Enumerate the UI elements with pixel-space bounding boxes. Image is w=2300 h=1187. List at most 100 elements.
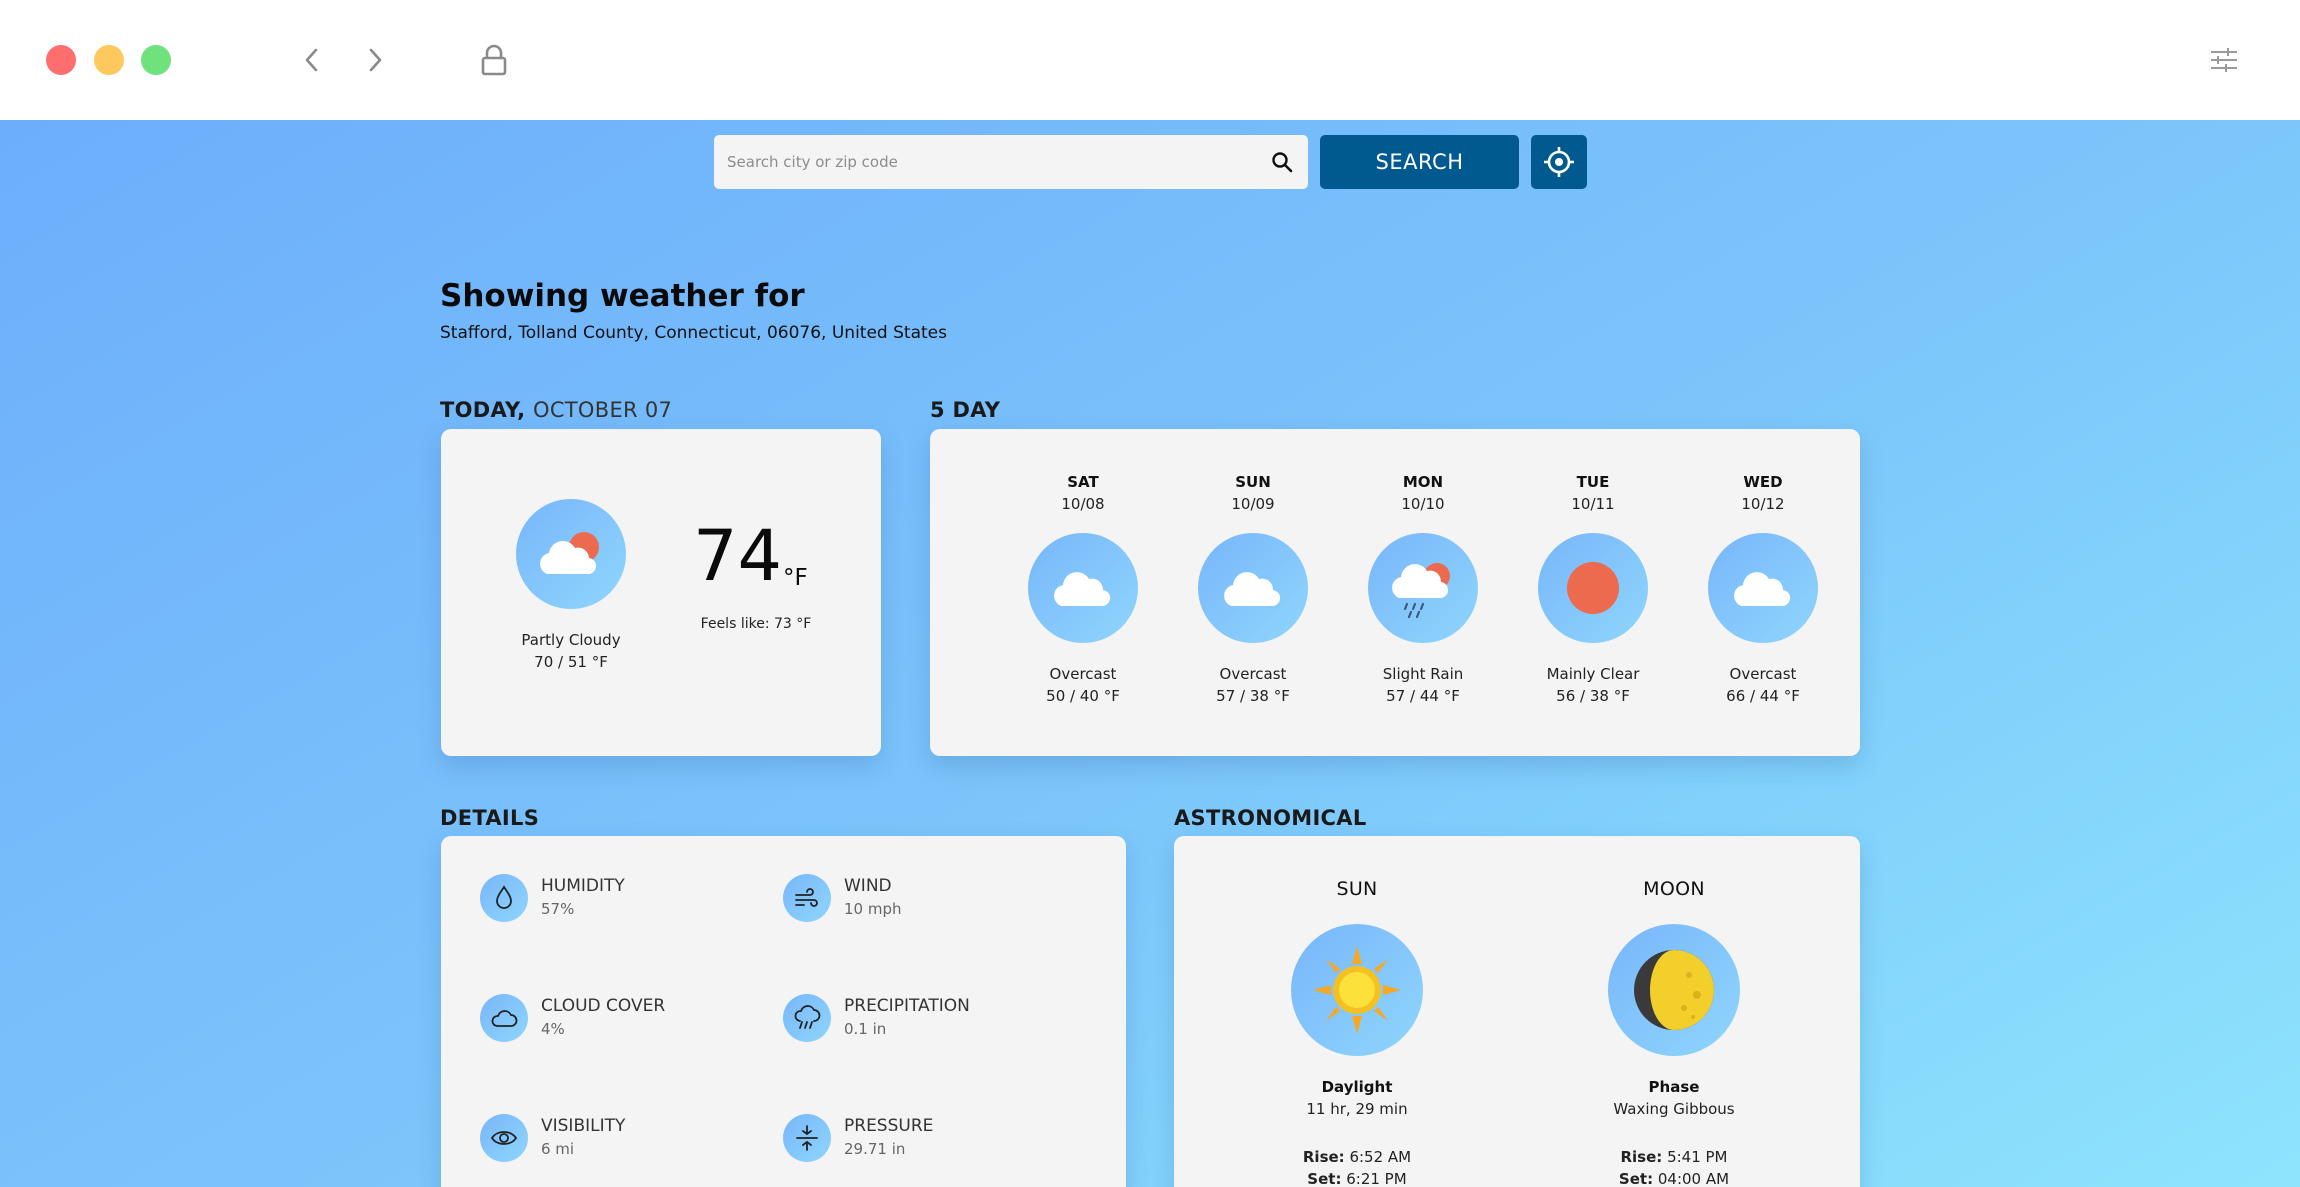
detail-label: WIND bbox=[844, 876, 892, 896]
astronomical-card: SUN Daylight 11 hr, 29 min Rise: 6:52 AM bbox=[1174, 836, 1860, 1187]
sunset-label: Set: bbox=[1307, 1170, 1342, 1187]
detail-wind: WIND 10 mph bbox=[783, 874, 1043, 924]
forecast-section-title: 5 DAY bbox=[930, 398, 1001, 422]
window-minimize-button[interactable] bbox=[94, 45, 124, 75]
forecast-condition: Slight Rain bbox=[1382, 665, 1464, 683]
forecast-condition: Overcast bbox=[1219, 665, 1287, 683]
sun-panel: SUN Daylight 11 hr, 29 min Rise: 6:52 AM bbox=[1237, 876, 1477, 1187]
forecast-day-date: 10/11 bbox=[1571, 495, 1615, 513]
precipitation-icon bbox=[783, 994, 831, 1042]
locate-button[interactable] bbox=[1531, 135, 1587, 189]
overcast-icon bbox=[1708, 533, 1818, 643]
detail-label: VISIBILITY bbox=[541, 1116, 626, 1136]
today-range: 70 / 51 °F bbox=[534, 653, 608, 671]
forecast-day: WED 10/12 Overcast 66 / 44 °F bbox=[1678, 471, 1848, 707]
mainly-clear-icon bbox=[1538, 533, 1648, 643]
feels-like: Feels like: 73 °F bbox=[700, 616, 812, 632]
sunrise: Rise: 6:52 AM bbox=[1237, 1146, 1477, 1168]
sunset: Set: 6:21 PM bbox=[1237, 1168, 1477, 1187]
forecast-range: 66 / 44 °F bbox=[1726, 687, 1800, 705]
forecast-range: 50 / 40 °F bbox=[1046, 687, 1120, 705]
forecast-condition: Mainly Clear bbox=[1546, 665, 1640, 683]
sunrise-label: Rise: bbox=[1302, 1148, 1345, 1166]
pressure-icon bbox=[783, 1114, 831, 1162]
overcast-icon bbox=[1028, 533, 1138, 643]
window-close-button[interactable] bbox=[46, 45, 76, 75]
sun-icon bbox=[1291, 924, 1423, 1056]
overcast-icon bbox=[1198, 533, 1308, 643]
settings-sliders-icon[interactable] bbox=[2204, 40, 2244, 80]
humidity-icon bbox=[480, 874, 528, 922]
browser-toolbar bbox=[0, 0, 2300, 120]
forecast-range: 56 / 38 °F bbox=[1556, 687, 1630, 705]
detail-label: PRECIPITATION bbox=[844, 996, 970, 1016]
sunrise-time: 6:52 AM bbox=[1349, 1148, 1412, 1166]
detail-value: 29.71 in bbox=[844, 1140, 906, 1158]
forecast-range: 57 / 44 °F bbox=[1386, 687, 1460, 705]
forecast-day-date: 10/10 bbox=[1401, 495, 1445, 513]
search-bar bbox=[714, 135, 1308, 189]
moonrise-time: 5:41 PM bbox=[1667, 1148, 1728, 1166]
forecast-day-date: 10/12 bbox=[1741, 495, 1785, 513]
wind-icon bbox=[783, 874, 831, 922]
page-title: Showing weather for bbox=[440, 278, 805, 314]
search-input[interactable] bbox=[714, 135, 1256, 189]
today-date: OCTOBER 07 bbox=[532, 398, 673, 422]
search-icon[interactable] bbox=[1256, 135, 1308, 189]
daylight-value: 11 hr, 29 min bbox=[1306, 1100, 1408, 1118]
current-temperature: 74 bbox=[693, 515, 783, 597]
today-card: Partly Cloudy 70 / 51 °F 74 °F Feels lik… bbox=[441, 429, 881, 756]
window-maximize-button[interactable] bbox=[141, 45, 171, 75]
forecast-day: SAT 10/08 Overcast 50 / 40 °F bbox=[998, 471, 1168, 707]
forecast-day-name: SUN bbox=[1235, 473, 1271, 491]
forecast-day-name: TUE bbox=[1576, 473, 1610, 491]
partly-cloudy-icon bbox=[516, 499, 626, 609]
sunset-time: 6:21 PM bbox=[1346, 1170, 1407, 1187]
forecast-range: 57 / 38 °F bbox=[1216, 687, 1290, 705]
detail-humidity: HUMIDITY 57% bbox=[480, 874, 740, 924]
moon-title: MOON bbox=[1643, 878, 1705, 900]
detail-value: 10 mph bbox=[844, 900, 902, 918]
forecast-day-name: WED bbox=[1743, 473, 1783, 491]
moonset: Set: 04:00 AM bbox=[1554, 1168, 1794, 1187]
forecast-day: SUN 10/09 Overcast 57 / 38 °F bbox=[1168, 471, 1338, 707]
detail-label: HUMIDITY bbox=[541, 876, 625, 896]
location-label: Stafford, Tolland County, Connecticut, 0… bbox=[440, 323, 947, 343]
daylight-label: Daylight bbox=[1321, 1078, 1393, 1096]
forecast-day-name: MON bbox=[1402, 473, 1444, 491]
today-section-title: TODAY, OCTOBER 07 bbox=[440, 398, 672, 422]
search-button[interactable]: SEARCH bbox=[1320, 135, 1519, 189]
moon-icon bbox=[1608, 924, 1740, 1056]
lock-icon bbox=[474, 40, 514, 80]
today-condition-block: Partly Cloudy 70 / 51 °F bbox=[471, 629, 671, 673]
moonrise: Rise: 5:41 PM bbox=[1554, 1146, 1794, 1168]
forward-arrow-icon[interactable] bbox=[355, 40, 395, 80]
forecast-condition: Overcast bbox=[1049, 665, 1117, 683]
forecast-day: TUE 10/11 Mainly Clear 56 / 38 °F bbox=[1508, 471, 1678, 707]
forecast-day-name: SAT bbox=[1067, 473, 1099, 491]
details-section-title: DETAILS bbox=[440, 806, 540, 830]
detail-visibility: VISIBILITY 6 mi bbox=[480, 1114, 740, 1164]
moonset-label: Set: bbox=[1618, 1170, 1654, 1187]
weather-app: SEARCH Showing weather for Stafford, Tol… bbox=[0, 120, 2300, 1187]
forecast-day-date: 10/08 bbox=[1061, 495, 1105, 513]
astronomical-section-title: ASTRONOMICAL bbox=[1174, 806, 1367, 830]
back-arrow-icon[interactable] bbox=[292, 40, 332, 80]
detail-precipitation: PRECIPITATION 0.1 in bbox=[783, 994, 1043, 1044]
details-card: HUMIDITY 57% WIND 10 mph CLOUD COVER 4% bbox=[441, 836, 1126, 1187]
detail-pressure: PRESSURE 29.71 in bbox=[783, 1114, 1043, 1164]
crosshair-icon bbox=[1544, 147, 1574, 177]
cloud-cover-icon bbox=[480, 994, 528, 1042]
detail-label: CLOUD COVER bbox=[541, 996, 666, 1016]
detail-cloud-cover: CLOUD COVER 4% bbox=[480, 994, 740, 1044]
moonrise-label: Rise: bbox=[1620, 1148, 1663, 1166]
today-label: TODAY, bbox=[440, 398, 526, 422]
detail-value: 0.1 in bbox=[844, 1020, 887, 1038]
detail-value: 57% bbox=[541, 900, 575, 918]
detail-value: 4% bbox=[541, 1020, 565, 1038]
detail-label: PRESSURE bbox=[844, 1116, 934, 1136]
today-condition: Partly Cloudy bbox=[521, 631, 621, 649]
phase-label: Phase bbox=[1648, 1078, 1700, 1096]
moonset-time: 04:00 AM bbox=[1657, 1170, 1730, 1187]
forecast-day: MON 10/10 Slight Rain 57 / 44 °F bbox=[1338, 471, 1508, 707]
